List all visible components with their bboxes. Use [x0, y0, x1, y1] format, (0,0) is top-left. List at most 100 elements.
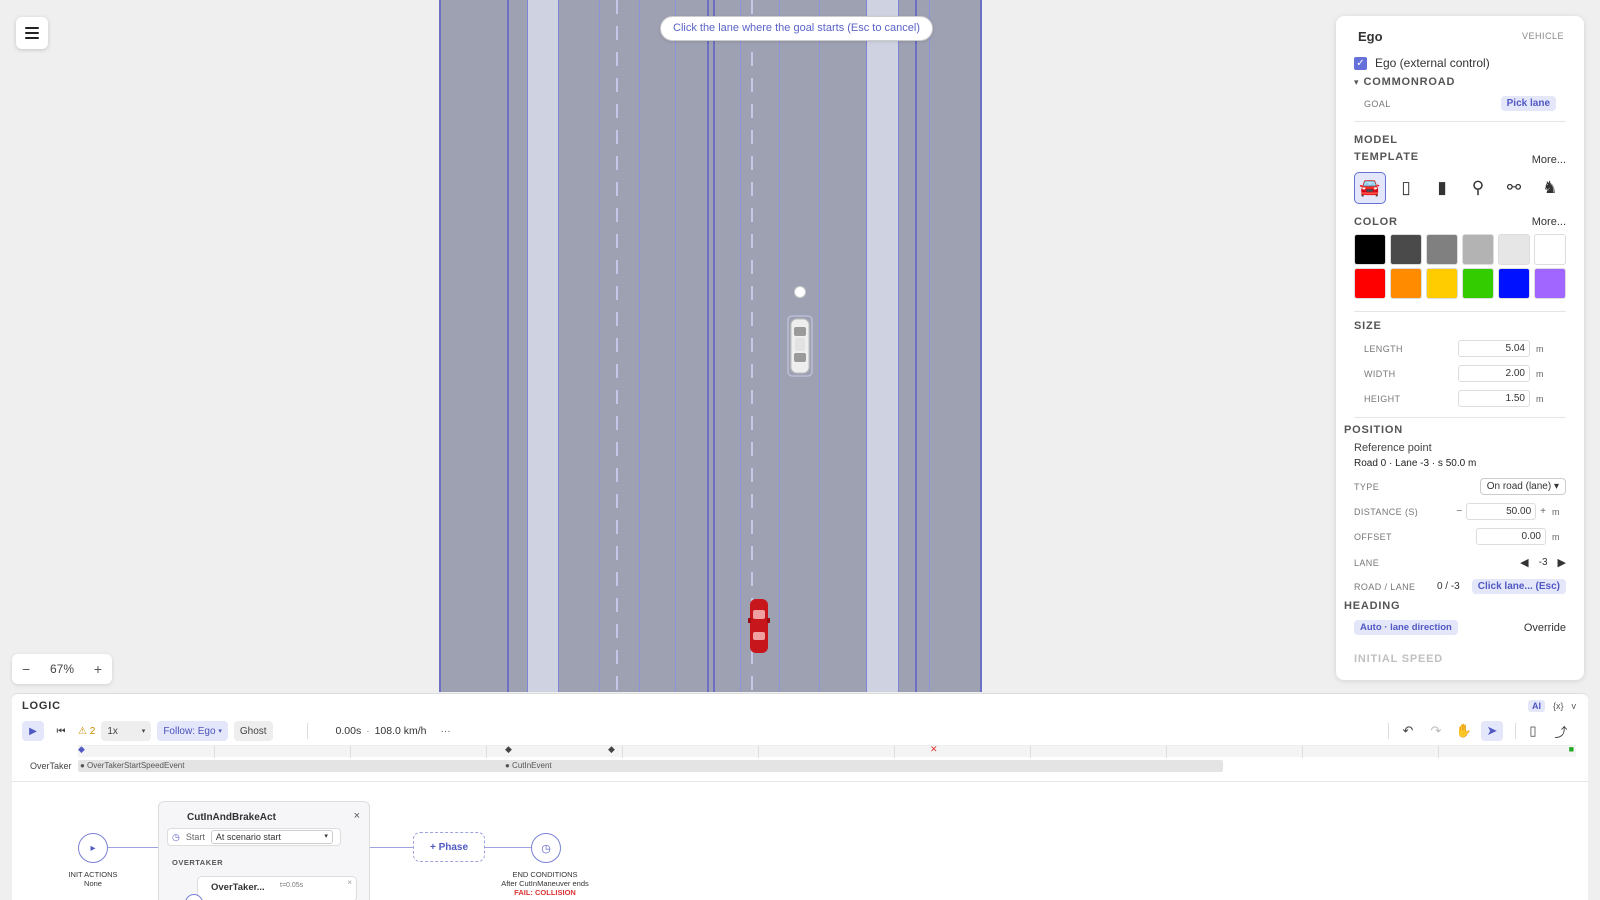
redo-icon[interactable]: ↷: [1425, 721, 1447, 741]
lane-prev-icon[interactable]: ◀: [1520, 556, 1528, 569]
toolbar-divider: [1515, 723, 1516, 739]
act-start-select[interactable]: At scenario start ▾: [210, 830, 333, 844]
road-shoulder-right[interactable]: [866, 0, 899, 692]
zoom-in-button[interactable]: +: [94, 661, 102, 677]
height-input[interactable]: 1.50: [1458, 390, 1530, 407]
warnings-badge[interactable]: ⚠ 2: [78, 721, 95, 741]
ego-car-icon[interactable]: [787, 315, 813, 377]
road-shoulder-left[interactable]: [527, 0, 559, 692]
select-cursor-icon[interactable]: ➤: [1481, 721, 1503, 741]
offset-input[interactable]: 0.00: [1476, 528, 1546, 545]
distance-label: DISTANCE (S): [1354, 506, 1419, 517]
road-canvas[interactable]: [439, 0, 982, 692]
toolbar-divider: [1388, 723, 1389, 739]
position-type-select[interactable]: On road (lane) ▾: [1479, 478, 1566, 495]
timeline-event-start-speed[interactable]: ● OverTakerStartSpeedEvent: [80, 761, 184, 770]
color-swatch[interactable]: [1390, 234, 1422, 265]
logic-toolbar: ▶ ⏮ ⚠ 2 1x ▾ Follow: Ego ▾ Ghost 0.00s · …: [22, 720, 1578, 742]
template-car-icon[interactable]: 🚘: [1354, 172, 1386, 204]
ego-checkbox[interactable]: ✓: [1354, 56, 1367, 70]
end-marker-icon: ■: [1568, 744, 1574, 754]
template-motorcycle-icon[interactable]: ⚲: [1462, 172, 1494, 204]
more-colors-link[interactable]: More...: [1532, 216, 1566, 228]
model-template-label: MODEL: [1354, 134, 1398, 146]
heading-auto-badge[interactable]: Auto · lane direction: [1354, 620, 1458, 635]
ai-button[interactable]: AI: [1527, 700, 1545, 712]
follow-select[interactable]: Follow: Ego ▾: [157, 721, 228, 741]
play-icon[interactable]: ▶: [22, 721, 44, 741]
color-swatches: [1354, 234, 1566, 299]
timeline-tick: [1438, 746, 1439, 758]
overtaker-car-icon[interactable]: [748, 598, 770, 654]
click-lane-button[interactable]: Click lane... (Esc): [1471, 579, 1566, 594]
heading-label: HEADING: [1344, 600, 1401, 612]
ghost-toggle[interactable]: Ghost: [233, 721, 273, 741]
distance-decrement-button[interactable]: −: [1452, 506, 1466, 517]
timeline-tick: [758, 746, 759, 758]
chevron-down-icon: ▾: [141, 728, 146, 735]
color-swatch[interactable]: [1534, 268, 1566, 299]
heading-override-button[interactable]: Override: [1524, 622, 1566, 634]
collapse-caret-icon[interactable]: ▾: [1354, 77, 1359, 88]
zoom-out-button[interactable]: −: [22, 661, 30, 677]
color-swatch[interactable]: [1498, 268, 1530, 299]
end-conditions-node-icon[interactable]: ◷: [531, 833, 561, 863]
heading-handle[interactable]: [794, 286, 806, 298]
length-input[interactable]: 5.04: [1458, 340, 1530, 357]
color-swatch[interactable]: [1462, 268, 1494, 299]
lane-border: [740, 0, 741, 692]
event-marker-icon[interactable]: ◆: [608, 744, 615, 755]
lane-dash: [616, 0, 618, 692]
lane-border: [639, 0, 640, 692]
variables-button[interactable]: {x}: [1553, 701, 1564, 711]
color-swatch[interactable]: [1390, 268, 1422, 299]
color-swatch[interactable]: [1354, 234, 1386, 265]
goal-label: GOAL: [1364, 98, 1391, 109]
timeline-track[interactable]: ◆ ◆ ◆ ✕ ■: [78, 744, 1576, 758]
more-options-icon[interactable]: ···: [441, 726, 451, 737]
collision-marker-icon[interactable]: ✕: [930, 744, 938, 755]
width-input[interactable]: 2.00: [1458, 365, 1530, 382]
playhead-icon[interactable]: ◆: [78, 744, 85, 755]
act-close-button[interactable]: ×: [354, 810, 360, 822]
playback-speed-value: 1x: [107, 725, 118, 737]
color-swatch[interactable]: [1462, 234, 1494, 265]
add-phase-button[interactable]: + Phase: [413, 832, 485, 862]
lane-next-icon[interactable]: ▶: [1558, 556, 1566, 569]
color-swatch[interactable]: [1426, 234, 1458, 265]
distance-increment-button[interactable]: +: [1536, 506, 1550, 517]
end-conditions-fail: FAIL: COLLISION: [514, 888, 576, 897]
draw-path-icon[interactable]: ⤴: [1550, 721, 1572, 741]
color-swatch[interactable]: [1354, 268, 1386, 299]
template-bus-icon[interactable]: ▮: [1426, 172, 1458, 204]
template-van-icon[interactable]: ▯: [1390, 172, 1422, 204]
length-label: LENGTH: [1364, 343, 1403, 354]
pick-lane-button[interactable]: Pick lane: [1500, 96, 1556, 111]
more-templates-link[interactable]: More...: [1532, 154, 1566, 166]
distance-input[interactable]: 50.00: [1466, 503, 1537, 520]
add-vehicle-icon[interactable]: ▯: [1522, 721, 1544, 741]
instruction-banner: Click the lane where the goal starts (Es…: [660, 16, 934, 41]
timeline-lane-bar[interactable]: [78, 760, 1223, 772]
collapse-panel-icon[interactable]: v: [1572, 701, 1577, 711]
init-actions-caption: INIT ACTIONS None: [60, 870, 126, 888]
height-unit: m: [1536, 393, 1544, 404]
color-swatch[interactable]: [1498, 234, 1530, 265]
color-swatch[interactable]: [1534, 234, 1566, 265]
timeline-event-cutin[interactable]: ● CutInEvent: [505, 761, 552, 770]
act-card[interactable]: CutInAndBrakeAct × ◷ Start At scenario s…: [158, 801, 370, 900]
rewind-icon[interactable]: ⏮: [50, 721, 72, 741]
chevron-down-icon: ▾: [324, 833, 328, 840]
commonroad-section[interactable]: COMMONROAD: [1364, 76, 1456, 88]
maneuver-card[interactable]: OverTaker... t=0.05s ×: [197, 876, 357, 900]
undo-icon[interactable]: ↶: [1397, 721, 1419, 741]
menu-icon[interactable]: [16, 17, 48, 49]
playback-speed-select[interactable]: 1x ▾: [101, 721, 152, 741]
init-actions-node[interactable]: ▸: [78, 833, 108, 863]
maneuver-close-button[interactable]: ×: [347, 878, 352, 887]
hand-pan-icon[interactable]: ✋: [1453, 721, 1475, 741]
template-pedestrian-icon[interactable]: ♞: [1534, 172, 1566, 204]
template-bicycle-icon[interactable]: ⚯: [1498, 172, 1530, 204]
color-swatch[interactable]: [1426, 268, 1458, 299]
event-marker-icon[interactable]: ◆: [505, 744, 512, 755]
